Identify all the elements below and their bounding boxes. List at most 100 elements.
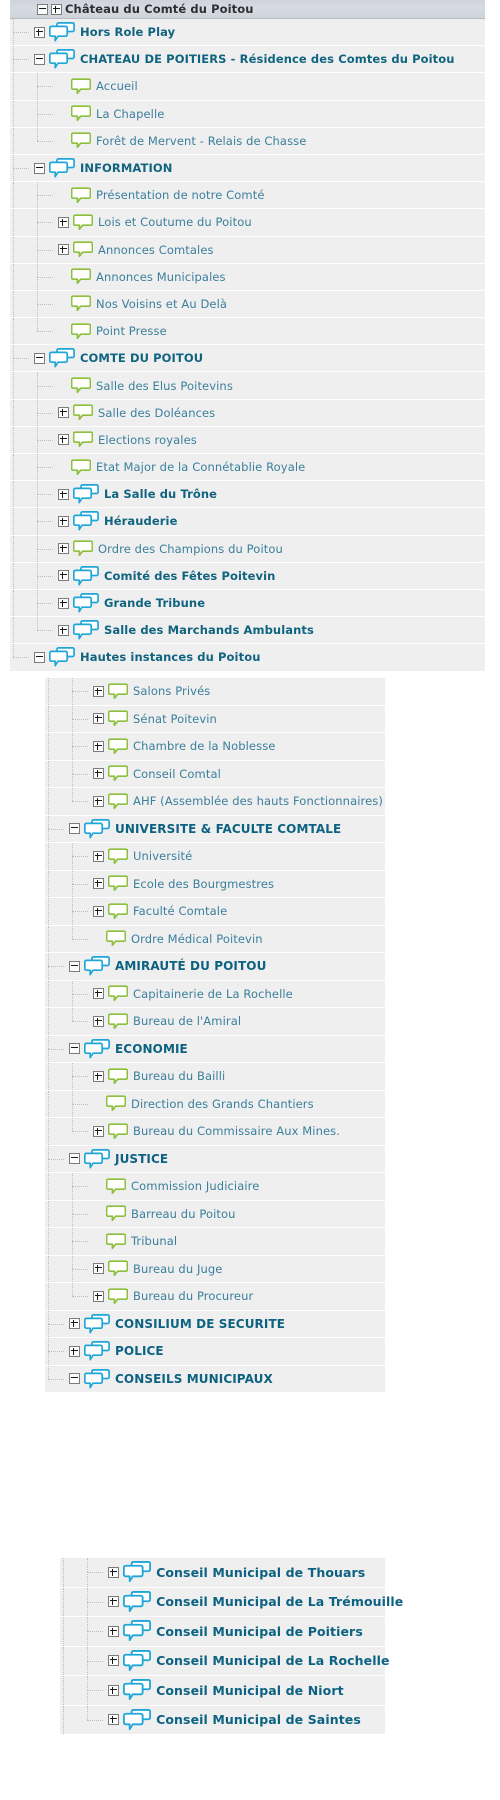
tree-row[interactable]: Direction des Grands Chantiers — [45, 1090, 385, 1118]
tree-row[interactable]: Barreau du Poitou — [45, 1200, 385, 1228]
expand-toggle[interactable] — [108, 1714, 119, 1726]
collapse-toggle[interactable] — [69, 960, 80, 972]
expand-toggle[interactable] — [93, 795, 104, 807]
forum-link[interactable]: Annonces Comtales — [98, 243, 214, 257]
forum-link[interactable]: Présentation de notre Comté — [96, 188, 265, 202]
tree-row[interactable]: Accueil — [10, 73, 485, 101]
expand-toggle[interactable] — [93, 740, 104, 752]
tree-row[interactable]: Elections royales — [10, 426, 485, 454]
forum-link[interactable]: Faculté Comtale — [133, 904, 227, 918]
expand-toggle[interactable] — [58, 515, 69, 527]
tree-row[interactable]: Ordre des Champions du Poitou — [10, 535, 485, 563]
forum-link[interactable]: CHATEAU DE POITIERS - Résidence des Comt… — [80, 52, 455, 66]
expand-toggle[interactable] — [69, 1345, 80, 1357]
tree-row[interactable]: Ordre Médical Poitevin — [45, 925, 385, 953]
tree-row[interactable]: AHF (Assemblée des hauts Fonctionnaires) — [45, 788, 385, 816]
forum-link[interactable]: Ecole des Bourgmestres — [133, 877, 274, 891]
forum-link[interactable]: JUSTICE — [115, 1152, 168, 1166]
expand-toggle[interactable] — [58, 407, 69, 419]
forum-link[interactable]: Conseil Comtal — [133, 767, 221, 781]
tree-row[interactable]: Faculté Comtale — [45, 898, 385, 926]
forum-link[interactable]: CONSEILS MUNICIPAUX — [115, 1372, 273, 1386]
tree-row[interactable]: Conseil Municipal de Niort — [60, 1676, 385, 1706]
forum-link[interactable]: Conseil Municipal de La Rochelle — [156, 1653, 390, 1668]
expand-toggle[interactable] — [93, 878, 104, 890]
expand-toggle[interactable] — [108, 1596, 119, 1608]
forum-link[interactable]: Lois et Coutume du Poitou — [98, 215, 252, 229]
forum-link[interactable]: Bureau de l'Amiral — [133, 1014, 241, 1028]
collapse-toggle[interactable] — [69, 1153, 80, 1165]
expand-toggle[interactable] — [108, 1566, 119, 1578]
forum-link[interactable]: Tribunal — [131, 1234, 177, 1248]
tree-row[interactable]: Nos Voisins et Au Delà — [10, 290, 485, 319]
forum-link[interactable]: Point Presse — [96, 324, 167, 338]
forum-link[interactable]: Bureau du Commissaire Aux Mines. — [133, 1124, 340, 1138]
forum-link[interactable]: Hérauderie — [104, 514, 178, 528]
forum-link[interactable]: COMTE DU POITOU — [80, 351, 203, 365]
forum-link[interactable]: Hors Role Play — [80, 25, 175, 39]
expand-toggle[interactable] — [58, 244, 69, 256]
forum-link[interactable]: CONSILIUM DE SECURITE — [115, 1317, 285, 1331]
tree-row[interactable]: Point Presse — [10, 318, 485, 346]
tree-row[interactable]: Hérauderie — [10, 508, 485, 536]
tree-row[interactable]: Grande Tribune — [10, 589, 485, 618]
tree-row[interactable]: La Chapelle — [10, 100, 485, 128]
forum-link[interactable]: Sénat Poitevin — [133, 712, 217, 726]
tree-row[interactable]: Conseil Municipal de Saintes — [60, 1705, 385, 1735]
tree-root-row[interactable]: Château du Comté du Poitou — [10, 0, 485, 19]
collapse-toggle[interactable] — [34, 352, 45, 364]
forum-link[interactable]: POLICE — [115, 1344, 164, 1358]
expand-toggle[interactable] — [58, 624, 69, 636]
tree-row[interactable]: Capitainerie de La Rochelle — [45, 980, 385, 1008]
forum-link[interactable]: AHF (Assemblée des hauts Fonctionnaires) — [133, 794, 383, 808]
collapse-toggle[interactable] — [69, 1043, 80, 1055]
expand-toggle[interactable] — [93, 1125, 104, 1137]
tree-row[interactable]: Etat Major de la Connétablie Royale — [10, 454, 485, 482]
forum-link[interactable]: Conseil Municipal de Niort — [156, 1683, 344, 1698]
tree-row[interactable]: INFORMATION — [10, 154, 485, 183]
tree-row[interactable]: La Salle du Trône — [10, 481, 485, 509]
forum-link[interactable]: Elections royales — [98, 433, 197, 447]
tree-row[interactable]: CHATEAU DE POITIERS - Résidence des Comt… — [10, 46, 485, 74]
forum-link[interactable]: La Chapelle — [96, 107, 164, 121]
expand-toggle[interactable] — [108, 1655, 119, 1667]
tree-row[interactable]: Université — [45, 843, 385, 871]
expand-toggle[interactable] — [58, 216, 69, 228]
expand-toggle[interactable] — [58, 570, 69, 582]
expand-toggle[interactable] — [93, 988, 104, 1000]
root-collapse-toggle[interactable] — [37, 3, 48, 15]
forum-link[interactable]: Salle des Marchands Ambulants — [104, 623, 314, 637]
tree-row[interactable]: Bureau de l'Amiral — [45, 1008, 385, 1036]
forum-link[interactable]: Salons Privés — [133, 684, 210, 698]
collapse-toggle[interactable] — [69, 1373, 80, 1385]
forum-link[interactable]: INFORMATION — [80, 161, 172, 175]
tree-row[interactable]: Bureau du Bailli — [45, 1063, 385, 1091]
tree-row[interactable]: Salle des Doléances — [10, 399, 485, 427]
expand-toggle[interactable] — [58, 543, 69, 555]
forum-link[interactable]: Annonces Municipales — [96, 270, 226, 284]
root-expand-toggle[interactable] — [51, 3, 62, 15]
forum-link[interactable]: Hautes instances du Poitou — [80, 650, 260, 664]
forum-link[interactable]: La Salle du Trône — [104, 487, 217, 501]
tree-row[interactable]: CONSEILS MUNICIPAUX — [45, 1365, 385, 1393]
tree-row[interactable]: POLICE — [45, 1338, 385, 1366]
tree-row[interactable]: UNIVERSITE & FACULTE COMTALE — [45, 815, 385, 843]
tree-row[interactable]: Annonces Municipales — [10, 263, 485, 291]
expand-toggle[interactable] — [93, 905, 104, 917]
tree-row[interactable]: Conseil Municipal de La Rochelle — [60, 1646, 389, 1676]
tree-row[interactable]: COMTE DU POITOU — [10, 345, 485, 373]
forum-link[interactable]: Capitainerie de La Rochelle — [133, 987, 293, 1001]
tree-row[interactable]: Comité des Fêtes Poitevin — [10, 562, 485, 590]
tree-row[interactable]: Tribunal — [45, 1228, 385, 1256]
forum-link[interactable]: Comité des Fêtes Poitevin — [104, 569, 275, 583]
forum-link[interactable]: Université — [133, 849, 192, 863]
expand-toggle[interactable] — [108, 1625, 119, 1637]
forum-link[interactable]: Conseil Municipal de Thouars — [156, 1565, 365, 1580]
tree-row[interactable]: Commission Judiciaire — [45, 1173, 385, 1201]
forum-link[interactable]: Nos Voisins et Au Delà — [96, 297, 227, 311]
forum-link[interactable]: Conseil Municipal de Saintes — [156, 1712, 361, 1727]
expand-toggle[interactable] — [93, 1263, 104, 1275]
tree-row[interactable]: Annonces Comtales — [10, 236, 485, 264]
tree-row[interactable]: CONSILIUM DE SECURITE — [45, 1310, 385, 1338]
forum-link[interactable]: Conseil Municipal de Poitiers — [156, 1624, 363, 1639]
